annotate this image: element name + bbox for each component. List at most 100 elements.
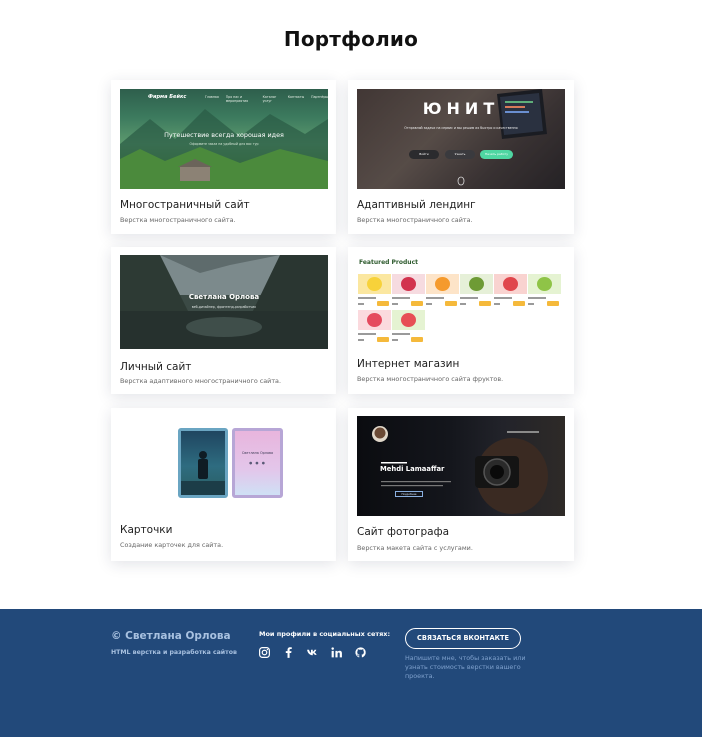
preview-headline: ЮНИТ <box>422 99 500 118</box>
portfolio-card-multipage[interactable]: Фирма Бейкс Главная Про нас и мероприяти… <box>111 80 336 234</box>
product-image-banana <box>358 274 391 294</box>
product-name-line <box>392 297 410 299</box>
card-title[interactable]: Многостраничный сайт <box>120 199 250 211</box>
product-buy-button <box>411 337 423 342</box>
card-description: Верстка макета сайта с услугами. <box>357 544 473 552</box>
card-title[interactable]: Сайт фотографа <box>357 526 449 538</box>
preview-button: Подробнее <box>395 491 423 497</box>
product-buy-button <box>479 301 491 306</box>
card-description: Верстка многостраничного сайта. <box>120 216 236 224</box>
fruit-shape <box>469 277 484 291</box>
contact-vk-button[interactable]: СВЯЗАТЬСЯ ВКОНТАКТЕ <box>405 628 521 649</box>
linkedin-icon[interactable] <box>330 646 343 659</box>
footer-social-icons <box>258 646 367 659</box>
portfolio-card-cards[interactable]: Светлана Орлова ● ● ● Карточки Создание … <box>111 408 336 561</box>
product-name-line <box>358 297 376 299</box>
preview-nav-item: Про нас и мероприятия <box>225 95 249 103</box>
preview-subline: веб-дизайнер, фронтенд-разработчик <box>191 305 257 309</box>
preview-nav-item: Каталог услуг <box>262 95 277 103</box>
portfolio-card-personal[interactable]: Светлана Орлова веб-дизайнер, фронтенд-р… <box>111 247 336 394</box>
product-price-line <box>528 303 534 305</box>
preview-headline: Mehdi Lamaaffar <box>380 465 445 473</box>
card-preview-image[interactable]: Фирма Бейкс Главная Про нас и мероприяти… <box>120 89 328 189</box>
card-preview-image[interactable]: Светлана Орлова веб-дизайнер, фронтенд-р… <box>120 255 328 349</box>
preview-nav-item: Контакты <box>287 95 305 99</box>
preview-headline: Светлана Орлова <box>188 293 260 301</box>
footer-note: Напишите мне, чтобы заказать или узнать … <box>405 654 526 680</box>
footer-author-name: © Светлана Орлова <box>111 630 231 642</box>
product-image-apple <box>494 274 527 294</box>
preview-profile-card-info: Светлана Орлова ● ● ● <box>232 428 283 498</box>
product-buy-button <box>445 301 457 306</box>
portfolio-card-landing[interactable]: ЮНИТ Отправляй задачи на сервис и мы реш… <box>348 80 574 234</box>
product-buy-button <box>377 337 389 342</box>
instagram-icon[interactable] <box>258 646 271 659</box>
footer-subtitle: HTML верстка и разработка сайтов <box>111 649 237 656</box>
preview-nav-item: Главная <box>205 95 219 99</box>
card-title[interactable]: Интернет магазин <box>357 358 459 370</box>
card-description: Верстка адаптивного многостраничного сай… <box>120 377 282 385</box>
product-buy-button <box>513 301 525 306</box>
preview-profile-card-photo <box>178 428 228 498</box>
fruit-shape <box>401 313 416 327</box>
product-image-orange <box>426 274 459 294</box>
vk-icon[interactable] <box>306 646 319 659</box>
card-description: Верстка многостраничного сайта. <box>357 216 473 224</box>
preview-nav-item: Партнёры <box>311 95 328 99</box>
product-name-line <box>460 297 478 299</box>
site-footer: © Светлана Орлова HTML верстка и разрабо… <box>0 609 702 737</box>
product-image-watermelon <box>392 310 425 330</box>
portfolio-card-store[interactable]: Featured Product Интернет магазин Верстк… <box>348 247 574 394</box>
card-preview-image[interactable]: Mehdi Lamaaffar Подробнее <box>357 416 565 516</box>
preview-card-icons: ● ● ● <box>249 461 266 465</box>
preview-button: Начать работу <box>480 150 513 159</box>
person-silhouette <box>181 451 225 495</box>
mountain-forest-illustration <box>120 109 328 189</box>
github-icon[interactable] <box>354 646 367 659</box>
fruit-shape <box>503 277 518 291</box>
fruit-shape <box>435 277 450 291</box>
product-image-strawberry <box>358 310 391 330</box>
product-price-line <box>358 339 364 341</box>
fruit-shape <box>401 277 416 291</box>
product-buy-button <box>547 301 559 306</box>
footer-social-title: Мои профили в социальных сетях: <box>259 630 391 638</box>
card-title[interactable]: Карточки <box>120 524 172 536</box>
product-tile-avocado <box>460 274 493 308</box>
product-buy-button <box>411 301 423 306</box>
product-price-line <box>494 303 500 305</box>
product-name-line <box>358 333 376 335</box>
product-price-line <box>392 303 398 305</box>
card-title[interactable]: Личный сайт <box>120 361 191 373</box>
fruit-shape <box>537 277 552 291</box>
card-preview-image[interactable]: Featured Product <box>357 255 565 347</box>
preview-logo: Фирма Бейкс <box>148 94 187 100</box>
preview-headline: Путешествие всегда хорошая идея <box>164 131 284 139</box>
product-image-berries <box>392 274 425 294</box>
product-name-line <box>528 297 546 299</box>
product-tile-berries <box>392 274 425 308</box>
product-price-line <box>392 339 398 341</box>
page-title: Портфолио <box>283 27 419 51</box>
product-tile-banana <box>358 274 391 308</box>
fruit-shape <box>367 277 382 291</box>
card-preview-image[interactable]: Светлана Орлова ● ● ● <box>120 424 328 508</box>
product-tile-strawberry <box>358 310 391 344</box>
fjord-illustration <box>120 255 328 349</box>
card-title[interactable]: Адаптивный лендинг <box>357 199 476 211</box>
preview-subline: Оформите заказ на удобный для вас тур <box>189 142 259 146</box>
card-preview-image[interactable]: ЮНИТ Отправляй задачи на сервис и мы реш… <box>357 89 565 189</box>
product-name-line <box>392 333 410 335</box>
portfolio-card-photographer[interactable]: Mehdi Lamaaffar Подробнее Сайт фотографа… <box>348 408 574 561</box>
card-description: Создание карточек для сайта. <box>120 541 224 549</box>
product-tile-green-apple <box>528 274 561 308</box>
product-name-line <box>494 297 512 299</box>
preview-button: Узнать <box>445 150 475 159</box>
product-image-green-apple <box>528 274 561 294</box>
preview-subline: Отправляй задачи на сервис и мы решим их… <box>404 126 518 130</box>
facebook-icon[interactable] <box>282 646 295 659</box>
product-image-avocado <box>460 274 493 294</box>
card-description: Верстка многостраничного сайта фруктов. <box>357 375 504 383</box>
preview-card-name: Светлана Орлова <box>241 451 274 455</box>
fruit-grid <box>358 274 564 346</box>
